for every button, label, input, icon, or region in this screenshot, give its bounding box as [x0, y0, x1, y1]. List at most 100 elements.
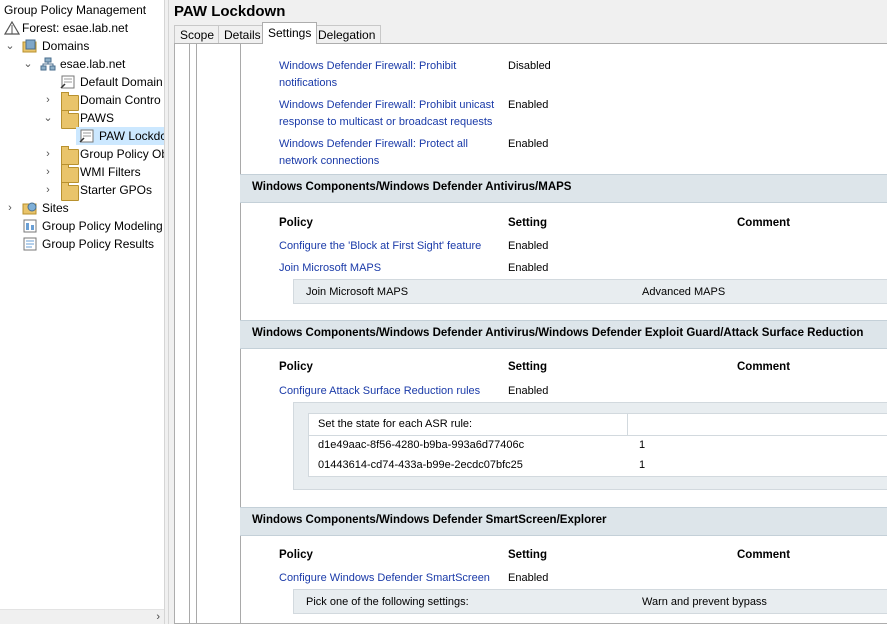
section-title: Windows Components/Windows Defender Smar…: [252, 514, 607, 526]
tree-item-domain-controllers[interactable]: › Domain Contro: [0, 91, 164, 111]
policy-setting: Enabled: [508, 262, 549, 274]
section-title: Windows Components/Windows Defender Anti…: [252, 327, 864, 339]
tree-item-sites[interactable]: › Sites: [0, 199, 164, 217]
chevron-down-icon[interactable]: ⌄: [22, 55, 34, 73]
results-icon: [22, 237, 38, 251]
column-header-comment: Comment: [737, 217, 791, 229]
sites-icon: [22, 201, 38, 215]
gpo-link-icon: [60, 75, 76, 89]
tab-delegation[interactable]: Delegation: [312, 25, 382, 43]
asr-table-header: Set the state for each ASR rule:: [318, 418, 473, 430]
policy-link[interactable]: Windows Defender Firewall: Prohibit unic…: [279, 97, 494, 114]
tree-label: Domain Contro: [80, 93, 161, 107]
tree-item-domains[interactable]: ⌄ Domains: [0, 37, 164, 55]
policy-link[interactable]: Windows Defender Firewall: Protect all: [279, 136, 468, 153]
tree-label: PAW Lockdc: [99, 129, 164, 143]
tree-item-paw-lockdown[interactable]: PAW Lockdc: [76, 127, 164, 145]
chevron-right-icon[interactable]: ›: [4, 199, 16, 217]
tab-details[interactable]: Details: [218, 25, 267, 43]
tree-item-wmi-filters[interactable]: › WMI Filters: [0, 163, 164, 183]
policy-link[interactable]: Configure Attack Surface Reduction rules: [279, 383, 480, 400]
asr-rules-box: Set the state for each ASR rule: d1e49aa…: [293, 402, 887, 490]
tree-label: Group Policy Results: [42, 237, 155, 251]
settings-report: Windows Defender Firewall: Prohibit noti…: [174, 43, 887, 624]
tree-guide-line: [196, 44, 197, 623]
section-title: Windows Components/Windows Defender Anti…: [252, 181, 572, 193]
policy-setting: Enabled: [508, 99, 549, 111]
asr-rules-table: Set the state for each ASR rule: d1e49aa…: [308, 413, 887, 477]
tree-label: esae.lab.net: [60, 57, 126, 71]
tree-item-gp-results[interactable]: Group Policy Results: [0, 235, 164, 253]
detail-label: Join Microsoft MAPS: [306, 286, 409, 298]
detail-value: Warn and prevent bypass: [642, 596, 767, 608]
asr-rule-state: 1: [639, 439, 646, 451]
policy-setting: Enabled: [508, 138, 549, 150]
policy-detail-box: Join Microsoft MAPS Advanced MAPS: [293, 279, 887, 304]
tree-horizontal-scrollbar[interactable]: ›: [0, 609, 164, 624]
domain-icon: [40, 57, 56, 71]
policy-setting: Enabled: [508, 240, 549, 252]
tree-label: Default Domain: [80, 75, 163, 89]
chevron-right-icon[interactable]: ›: [42, 145, 54, 163]
policy-setting: Enabled: [508, 572, 549, 584]
policy-link[interactable]: notifications: [279, 75, 337, 92]
column-header-policy: Policy: [279, 361, 313, 373]
tab-settings[interactable]: Settings: [262, 22, 318, 44]
gpo-link-icon: [79, 129, 95, 143]
chevron-right-icon[interactable]: ›: [42, 163, 54, 181]
policy-link[interactable]: Configure the 'Block at First Sight' fea…: [279, 238, 481, 255]
section-header-maps[interactable]: Windows Components/Windows Defender Anti…: [240, 174, 887, 203]
page-title: PAW Lockdown: [174, 3, 286, 20]
divider: [627, 414, 628, 435]
tree-label: WMI Filters: [80, 165, 141, 179]
console-tree: Group Policy Management Forest: esae.lab…: [0, 0, 164, 624]
chevron-down-icon[interactable]: ⌄: [4, 37, 16, 55]
column-header-comment: Comment: [737, 549, 791, 561]
domains-folder-icon: [22, 39, 38, 53]
tree-item-starter-gpos[interactable]: › Starter GPOs: [0, 181, 164, 201]
column-header-setting: Setting: [508, 549, 547, 561]
tree-item-default-domain-policy[interactable]: Default Domain: [0, 73, 164, 91]
tree-label: Starter GPOs: [80, 183, 153, 197]
tree-item-forest[interactable]: Forest: esae.lab.net: [0, 19, 164, 37]
policy-link[interactable]: response to multicast or broadcast reque…: [279, 114, 492, 131]
tree-item-domain[interactable]: ⌄ esae.lab.net: [0, 55, 164, 73]
column-header-policy: Policy: [279, 549, 313, 561]
tree-item-gp-modeling[interactable]: Group Policy Modeling: [0, 217, 164, 235]
tree-item-paws[interactable]: ⌄ PAWS: [0, 109, 164, 129]
column-header-comment: Comment: [737, 361, 791, 373]
policy-setting: Enabled: [508, 385, 549, 397]
tree-label: Group Policy Management: [4, 3, 147, 17]
detail-label: Pick one of the following settings:: [306, 596, 469, 608]
policy-link[interactable]: Join Microsoft MAPS: [279, 260, 381, 277]
tree-label: Sites: [42, 201, 69, 215]
chevron-down-icon[interactable]: ⌄: [42, 109, 54, 127]
forest-icon: [3, 20, 21, 35]
detail-value: Advanced MAPS: [642, 286, 726, 298]
column-header-setting: Setting: [508, 361, 547, 373]
tree-item-group-policy-objects[interactable]: › Group Policy Ob: [0, 145, 164, 165]
divider: [309, 435, 887, 436]
policy-link[interactable]: network connections: [279, 153, 379, 170]
section-header-asr[interactable]: Windows Components/Windows Defender Anti…: [240, 320, 887, 349]
column-header-setting: Setting: [508, 217, 547, 229]
section-header-smartscreen[interactable]: Windows Components/Windows Defender Smar…: [240, 507, 887, 536]
modeling-icon: [22, 219, 38, 233]
policy-link[interactable]: Windows Defender Firewall: Prohibit: [279, 58, 456, 75]
tree-label: Group Policy Modeling: [42, 219, 163, 233]
tree-label: Domains: [42, 39, 90, 53]
tree-label: Forest: esae.lab.net: [22, 21, 129, 35]
asr-rule-id: d1e49aac-8f56-4280-b9ba-993a6d77406c: [318, 439, 525, 451]
gpo-details-pane: PAW Lockdown Scope Details Settings Dele…: [169, 0, 887, 624]
tab-scope[interactable]: Scope: [174, 25, 221, 43]
policy-detail-box: Pick one of the following settings: Warn…: [293, 589, 887, 614]
scroll-right-arrow-icon[interactable]: ›: [156, 610, 160, 624]
report-body: Windows Defender Firewall: Prohibit noti…: [189, 44, 887, 623]
tree-label: Group Policy Ob: [80, 147, 164, 161]
policy-setting: Disabled: [508, 60, 551, 72]
policy-link[interactable]: Configure Windows Defender SmartScreen: [279, 570, 490, 587]
asr-rule-state: 1: [639, 459, 646, 471]
tree-label: PAWS: [80, 111, 115, 125]
chevron-right-icon[interactable]: ›: [42, 91, 54, 109]
chevron-right-icon[interactable]: ›: [42, 181, 54, 199]
